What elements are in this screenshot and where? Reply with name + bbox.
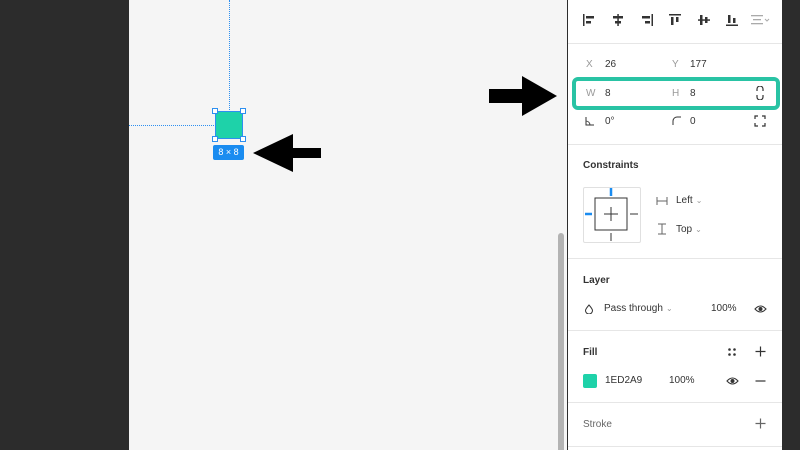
- resize-handle-bottom-left[interactable]: [212, 136, 218, 142]
- layer-title: Layer: [583, 275, 610, 286]
- constraint-widget[interactable]: [583, 187, 641, 243]
- design-canvas[interactable]: 8 × 8: [129, 0, 567, 450]
- align-vertical-center-icon[interactable]: [697, 13, 711, 27]
- horizontal-constraint-dropdown[interactable]: Left ⌄: [676, 195, 702, 206]
- independent-corners-icon[interactable]: [754, 115, 766, 127]
- constraints-title: Constraints: [583, 160, 639, 171]
- fill-section: [568, 330, 782, 402]
- size-badge: 8 × 8: [213, 145, 244, 160]
- resize-handle-top-right[interactable]: [240, 108, 246, 114]
- chevron-down-icon: ⌄: [665, 304, 673, 313]
- vertical-constraint-icon: [658, 223, 666, 235]
- h-label: H: [672, 88, 680, 99]
- vertical-scrollbar[interactable]: [558, 233, 564, 450]
- layer-section: [568, 258, 782, 330]
- w-label: W: [586, 88, 596, 99]
- left-arrow-annotation: [253, 134, 321, 172]
- stroke-title: Stroke: [583, 419, 612, 430]
- horizontal-constraint-icon: [656, 197, 668, 205]
- left-dark-area: [0, 0, 129, 450]
- y-input[interactable]: 177: [690, 59, 707, 70]
- x-input[interactable]: 26: [605, 59, 616, 70]
- chevron-down-icon: ⌄: [695, 225, 702, 234]
- properties-panel: X 26 Y 177 W 8 H 8 0° 0 Constraints Left…: [568, 0, 782, 450]
- width-input[interactable]: 8: [605, 88, 611, 99]
- fill-hex-input[interactable]: 1ED2A9: [605, 375, 642, 386]
- align-top-icon[interactable]: [668, 13, 682, 27]
- blend-mode-value: Pass through: [604, 303, 663, 314]
- right-arrow-annotation: [489, 76, 557, 116]
- blend-mode-dropdown[interactable]: Pass through ⌄: [604, 303, 673, 314]
- align-left-icon[interactable]: [582, 13, 596, 27]
- fill-opacity-input[interactable]: 100%: [669, 375, 695, 386]
- align-horizontal-center-icon[interactable]: [611, 13, 625, 27]
- eye-icon[interactable]: [754, 304, 767, 314]
- resize-handle-bottom-right[interactable]: [240, 136, 246, 142]
- height-input[interactable]: 8: [690, 88, 696, 99]
- fill-title: Fill: [583, 347, 598, 358]
- selected-rectangle[interactable]: [215, 111, 243, 139]
- fill-color-swatch[interactable]: [583, 374, 597, 388]
- horizontal-constraint-value: Left: [676, 195, 693, 206]
- align-right-icon[interactable]: [640, 13, 654, 27]
- rotation-input[interactable]: 0°: [605, 116, 615, 127]
- remove-fill-icon[interactable]: [755, 380, 766, 382]
- vertical-constraint-dropdown[interactable]: Top ⌄: [676, 224, 702, 235]
- resize-handle-top-left[interactable]: [212, 108, 218, 114]
- horizontal-guide-line: [129, 125, 214, 126]
- align-bottom-icon[interactable]: [725, 13, 739, 27]
- y-label: Y: [672, 59, 679, 70]
- eye-icon[interactable]: [726, 376, 739, 386]
- styles-grid-icon[interactable]: [727, 347, 737, 357]
- constrain-proportions-icon[interactable]: [755, 86, 765, 100]
- right-dark-area: [782, 0, 800, 450]
- blend-mode-icon: [584, 304, 594, 314]
- layer-opacity-input[interactable]: 100%: [711, 303, 737, 314]
- corner-radius-icon: [672, 116, 681, 125]
- vertical-constraint-value: Top: [676, 224, 693, 235]
- add-stroke-icon[interactable]: [755, 418, 766, 429]
- distribute-icon[interactable]: [750, 13, 770, 27]
- rotation-icon: [585, 117, 594, 126]
- x-label: X: [586, 59, 593, 70]
- chevron-down-icon: ⌄: [695, 196, 703, 205]
- vertical-guide-line: [229, 0, 230, 116]
- next-section-divider: [568, 446, 782, 450]
- add-fill-icon[interactable]: [755, 346, 766, 357]
- corner-radius-input[interactable]: 0: [690, 116, 696, 127]
